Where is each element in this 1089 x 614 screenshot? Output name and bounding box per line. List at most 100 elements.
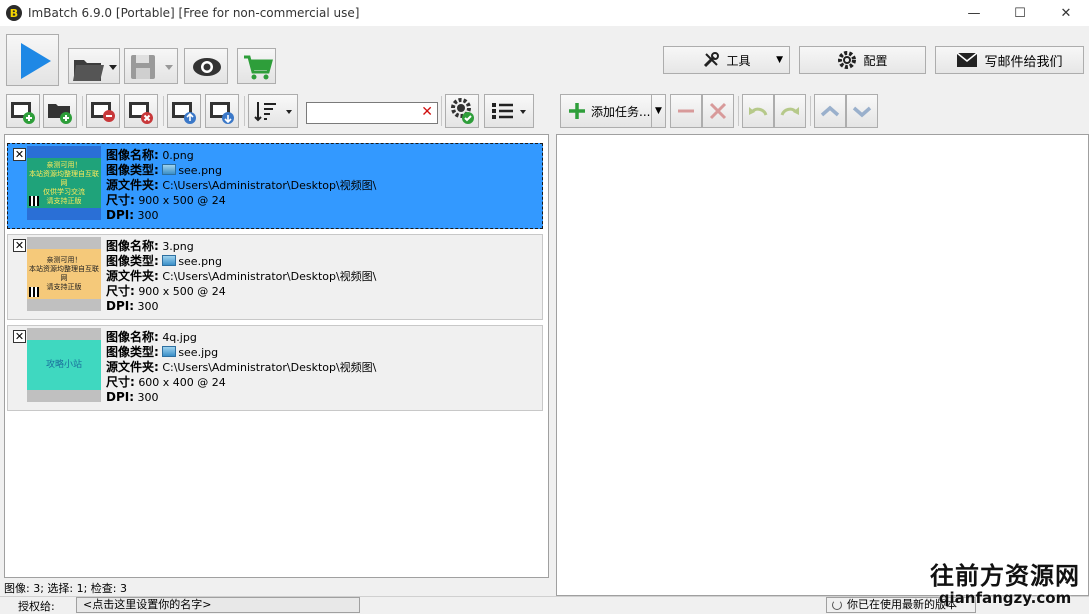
open-button[interactable] [68, 48, 120, 84]
move-down-image-button[interactable] [205, 94, 239, 128]
status-bar: 授权给: <点击这里设置你的名字> 你已在使用最新的版本 [0, 596, 1089, 613]
dpi-label: DPI: [106, 299, 135, 313]
image-info: 图像名称: 4q.jpg 图像类型: see.jpg 源文件夹: C:\User… [106, 330, 376, 405]
item-checkbox[interactable]: ✕ [13, 148, 26, 161]
qr-code-icon [29, 287, 39, 297]
add-folder-icon [48, 104, 72, 124]
image-thumbnail: 攻略小站 [27, 328, 101, 402]
view-mode-button[interactable] [484, 94, 534, 128]
move-down-image-icon [210, 102, 234, 124]
image-count-status: 图像: 3; 选择: 1; 检查: 3 [4, 582, 128, 595]
remove-image-button[interactable] [86, 94, 120, 128]
image-type: see.png [178, 255, 223, 268]
wrench-screwdriver-icon [702, 51, 720, 69]
image-list[interactable]: ✕ 亲测可用！ 本站资源均整理自互联网 仅供学习交流 请支持正版 图像名称: 0… [4, 134, 549, 578]
remove-image-icon [91, 102, 115, 122]
clear-images-button[interactable] [124, 94, 158, 128]
save-button[interactable] [124, 48, 178, 84]
email-us-button[interactable]: 写邮件给我们 [935, 46, 1084, 74]
folder-label: 源文件夹: [106, 360, 159, 374]
chevron-down-icon [852, 106, 872, 118]
type-label: 图像类型: [106, 254, 159, 268]
remove-task-button[interactable] [670, 94, 702, 128]
play-icon [21, 43, 51, 79]
add-image-icon [11, 102, 35, 124]
chevron-up-icon [820, 105, 840, 117]
image-thumbnail: 亲测可用！ 本站资源均整理自互联网 仅供学习交流 请支持正版 [27, 146, 101, 220]
undo-icon [749, 107, 768, 116]
image-folder: C:\Users\Administrator\Desktop\视频图\ [162, 361, 377, 374]
image-list-item[interactable]: ✕ 亲测可用！ 本站资源均整理自互联网 请支持正版 图像名称: 3.png 图像… [7, 234, 543, 320]
config-label: 配置 [863, 53, 888, 68]
image-list-item[interactable]: ✕ 亲测可用！ 本站资源均整理自互联网 仅供学习交流 请支持正版 图像名称: 0… [7, 143, 543, 229]
item-checkbox[interactable]: ✕ [13, 330, 26, 343]
chevron-down-icon: ▼ [776, 55, 783, 65]
task-move-up-button[interactable] [814, 94, 846, 128]
thumbnail-caption: 攻略小站 [27, 340, 101, 390]
clear-tasks-button[interactable] [702, 94, 734, 128]
name-label: 图像名称: [106, 330, 159, 344]
close-button[interactable]: ✕ [1043, 0, 1089, 26]
add-image-button[interactable] [6, 94, 40, 128]
x-icon [709, 102, 727, 120]
email-us-label: 写邮件给我们 [984, 54, 1063, 70]
item-checkbox[interactable]: ✕ [13, 239, 26, 252]
image-list-toolbar: ✕ [0, 94, 550, 130]
settings-check-icon [451, 98, 474, 124]
image-settings-button[interactable] [445, 94, 479, 128]
image-dpi: 300 [137, 209, 159, 222]
task-list[interactable] [556, 134, 1089, 596]
undo-button[interactable] [742, 94, 774, 128]
size-label: 尺寸: [106, 193, 135, 207]
folder-label: 源文件夹: [106, 269, 159, 283]
minus-icon [678, 109, 694, 113]
image-info: 图像名称: 3.png 图像类型: see.png 源文件夹: C:\Users… [106, 239, 376, 314]
preview-button[interactable] [184, 48, 228, 84]
type-label: 图像类型: [106, 163, 159, 177]
minimize-button[interactable]: — [951, 0, 997, 26]
size-label: 尺寸: [106, 284, 135, 298]
move-up-image-icon [172, 102, 196, 124]
search-clear-icon[interactable]: ✕ [421, 104, 433, 120]
license-name-field[interactable]: <点击这里设置你的名字> [76, 597, 360, 613]
image-folder: C:\Users\Administrator\Desktop\视频图\ [162, 179, 377, 192]
watermark: 往前方资源网 qianfangzy.com [930, 556, 1080, 607]
add-task-button[interactable]: 添加任务... ▼ [560, 94, 666, 128]
image-type: see.jpg [178, 346, 219, 359]
size-label: 尺寸: [106, 375, 135, 389]
task-toolbar: 添加任务... ▼ [556, 94, 1089, 130]
task-move-down-button[interactable] [846, 94, 878, 128]
image-name: 4q.jpg [162, 331, 197, 344]
floppy-disk-icon [131, 55, 173, 79]
buy-button[interactable] [237, 48, 276, 84]
window-title: ImBatch 6.9.0 [Portable] [Free for non-c… [28, 6, 360, 20]
config-button[interactable]: 配置 [799, 46, 926, 74]
folder-label: 源文件夹: [106, 178, 159, 192]
search-box: ✕ [306, 102, 438, 124]
file-type-icon [162, 164, 177, 175]
image-size: 900 x 500 @ 24 [138, 285, 226, 298]
watermark-title: 往前方资源网 [930, 562, 1080, 590]
add-task-dropdown-icon[interactable]: ▼ [651, 95, 665, 127]
search-input[interactable] [311, 103, 419, 123]
eye-icon [193, 58, 221, 76]
sort-button[interactable] [248, 94, 298, 128]
gear-icon [837, 50, 857, 70]
image-dpi: 300 [137, 300, 159, 313]
image-size: 900 x 500 @ 24 [138, 194, 226, 207]
image-list-item[interactable]: ✕ 攻略小站 图像名称: 4q.jpg 图像类型: see.jpg 源文件夹: … [7, 325, 543, 411]
refresh-icon [832, 600, 842, 610]
add-folder-button[interactable] [43, 94, 77, 128]
tools-button[interactable]: 工具 ▼ [663, 46, 790, 74]
dpi-label: DPI: [106, 390, 135, 404]
name-label: 图像名称: [106, 239, 159, 253]
redo-button[interactable] [774, 94, 806, 128]
envelope-icon [956, 52, 978, 68]
add-task-label: 添加任务... [591, 104, 651, 119]
maximize-button[interactable]: ☐ [997, 0, 1043, 26]
move-up-image-button[interactable] [167, 94, 201, 128]
name-label: 图像名称: [106, 148, 159, 162]
run-button[interactable] [6, 34, 59, 86]
image-folder: C:\Users\Administrator\Desktop\视频图\ [162, 270, 377, 283]
image-thumbnail: 亲测可用！ 本站资源均整理自互联网 请支持正版 [27, 237, 101, 311]
